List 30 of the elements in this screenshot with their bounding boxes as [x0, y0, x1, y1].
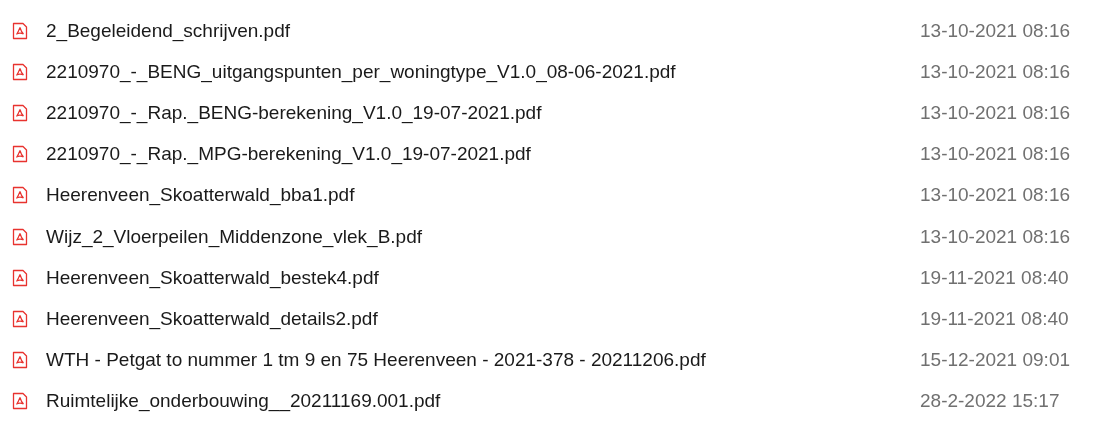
pdf-file-icon: [12, 392, 28, 411]
pdf-file-icon: [12, 186, 28, 205]
pdf-file-icon: [12, 227, 28, 246]
file-name[interactable]: Ruimtelijke_onderbouwing__20211169.001.pdf: [32, 390, 920, 413]
file-name[interactable]: 2_Begeleidend_schrijven.pdf: [32, 19, 920, 42]
modified-date: 13-10-2021 08:16: [920, 60, 1071, 83]
file-name[interactable]: 2210970_-_Rap._MPG-berekening_V1.0_19-07-2021.pdf: [32, 143, 920, 166]
file-name[interactable]: Heerenveen_Skoatterwald_details2.pdf: [32, 307, 920, 330]
modified-date: 13-10-2021 08:16: [920, 225, 1071, 248]
pdf-file-icon: [12, 309, 28, 328]
file-name[interactable]: 2210970_-_BENG_uitgangspunten_per_woningtype_V1.0_08-06-2021.pdf: [32, 60, 920, 83]
file-name[interactable]: Heerenveen_Skoatterwald_bba1.pdf: [32, 184, 920, 207]
pdf-file-icon: [12, 62, 28, 81]
pdf-file-icon: [12, 268, 28, 287]
file-name[interactable]: WTH - Petgat to nummer 1 tm 9 en 75 Heerenveen - 2021-378 - 20211206.pdf: [32, 349, 920, 372]
modified-date: 19-11-2021 08:40: [920, 266, 1070, 289]
modified-date: 13-10-2021 08:16: [920, 19, 1071, 42]
pdf-file-icon: [12, 103, 28, 122]
pdf-file-icon: [12, 21, 28, 40]
modified-date: 19-11-2021 08:40: [920, 307, 1070, 330]
modified-date: 28-2-2022 15:17: [920, 390, 1061, 413]
file-name[interactable]: Heerenveen_Skoatterwald_bestek4.pdf: [32, 266, 920, 289]
pdf-file-icon: [12, 351, 28, 370]
pdf-file-icon: [12, 145, 28, 164]
modified-date: 15-12-2021 09:01: [920, 349, 1071, 372]
modified-date: 13-10-2021 08:16: [920, 143, 1071, 166]
modified-date: 13-10-2021 08:16: [920, 101, 1071, 124]
modified-date: 13-10-2021 08:16: [920, 184, 1071, 207]
file-name[interactable]: 2210970_-_Rap._BENG-berekening_V1.0_19-07-2021.pdf: [32, 101, 920, 124]
file-name[interactable]: Wijz_2_Vloerpeilen_Middenzone_vlek_B.pdf: [32, 225, 920, 248]
